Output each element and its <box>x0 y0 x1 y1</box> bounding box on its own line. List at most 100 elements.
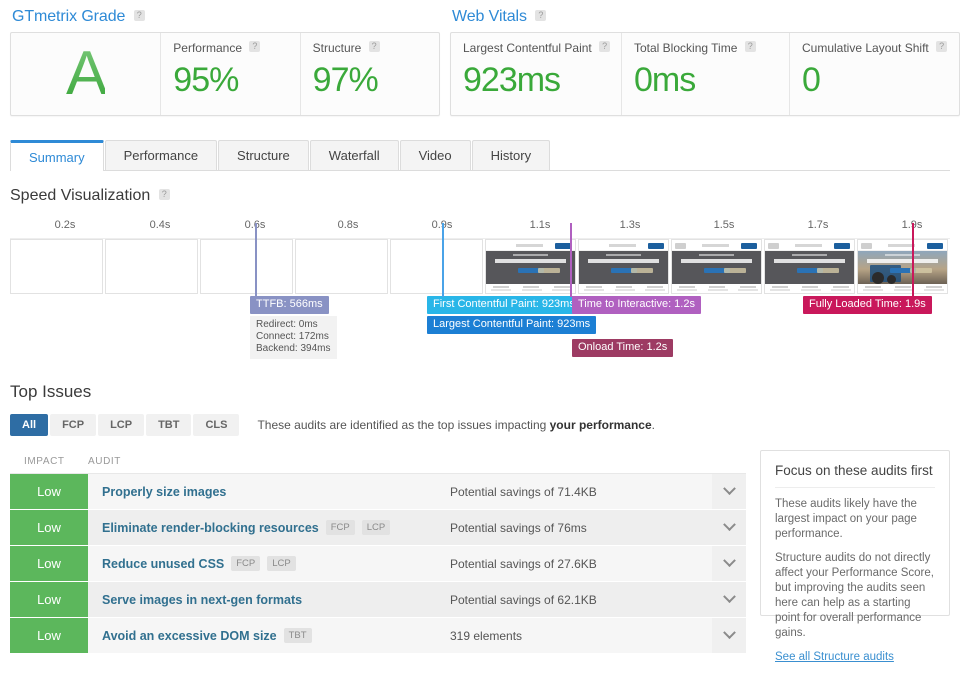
filmstrip-frame <box>857 239 948 294</box>
audit-cell: Serve images in next-gen formats <box>88 582 450 617</box>
savings-cell: Potential savings of 62.1KB <box>450 582 712 617</box>
audit-tag: LCP <box>267 556 295 571</box>
filmstrip-frame <box>105 239 198 294</box>
table-row: Low Properly size images Potential savings… <box>10 474 746 509</box>
tab-history[interactable]: History <box>472 140 550 170</box>
axis-tick: 1.5s <box>714 219 735 231</box>
tab-structure[interactable]: Structure <box>218 140 309 170</box>
help-icon[interactable]: ? <box>159 189 170 200</box>
help-icon[interactable]: ? <box>134 10 145 21</box>
savings-cell: Potential savings of 27.6KB <box>450 546 712 581</box>
gtmetrix-grade-title-text: GTmetrix Grade <box>12 8 125 25</box>
filmstrip-frame <box>10 239 103 294</box>
speed-visualization: 0.2s0.4s0.6s0.8s0.9s1.1s1.3s1.5s1.7s1.9s… <box>10 219 950 364</box>
timeline-marker-label: Fully Loaded Time: 1.9s <box>803 296 932 314</box>
help-icon[interactable]: ? <box>745 41 756 52</box>
audit-link[interactable]: Reduce unused CSS <box>102 557 224 571</box>
filter-lcp[interactable]: LCP <box>98 414 144 436</box>
filmstrip-frame <box>671 239 762 294</box>
tab-video[interactable]: Video <box>400 140 471 170</box>
chevron-down-icon <box>723 626 736 639</box>
focus-panel-paragraph-2: Structure audits do not directly affect … <box>775 551 935 641</box>
help-icon[interactable]: ? <box>599 41 610 52</box>
expand-row-button[interactable] <box>712 510 746 545</box>
table-row: LowAvoid an excessive DOM sizeTBT319 ele… <box>10 618 746 653</box>
audit-tag: LCP <box>362 520 390 535</box>
filter-cls[interactable]: CLS <box>193 414 239 436</box>
ttfb-breakdown-item: Connect: 172ms <box>256 331 331 343</box>
timeline-axis: 0.2s0.4s0.6s0.8s0.9s1.1s1.3s1.5s1.7s1.9s <box>10 219 950 235</box>
help-icon[interactable]: ? <box>936 41 947 52</box>
issue-filters: AllFCPLCPTBTCLS These audits are identif… <box>10 414 960 436</box>
savings-cell: Potential savings of 76ms <box>450 510 712 545</box>
cls-label-text: Cumulative Layout Shift <box>802 41 929 55</box>
gtmetrix-grade-title: GTmetrix Grade ? <box>10 6 440 32</box>
gtmetrix-grade-panel: GTmetrix Grade ? A Performance ? 95% Str… <box>10 6 440 116</box>
timeline-marker-label: TTFB: 566ms <box>250 296 329 314</box>
filter-note-bold: your performance <box>550 418 652 432</box>
audits-table: IMPACT AUDIT Low Properly size images Pote… <box>10 450 746 654</box>
tab-summary[interactable]: Summary <box>10 140 104 171</box>
axis-tick: 0.4s <box>150 219 171 231</box>
timeline-marker-label: First Contentful Paint: 923ms <box>427 296 581 314</box>
chevron-down-icon <box>723 590 736 603</box>
timeline-marker-label: Largest Contentful Paint: 923ms <box>427 316 596 334</box>
help-icon[interactable]: ? <box>249 41 260 52</box>
filter-all[interactable]: All <box>10 414 48 436</box>
structure-score-cell: Structure ? 97% <box>300 33 439 115</box>
help-icon[interactable]: ? <box>535 10 546 21</box>
structure-value: 97% <box>313 55 427 105</box>
timeline-markers: TTFB: 566ms First Contentful Paint: 923ms… <box>10 296 950 366</box>
speed-visualization-heading: Speed Visualization ? <box>10 187 960 205</box>
gtmetrix-report-page: GTmetrix Grade ? A Performance ? 95% Str… <box>0 0 960 673</box>
grade-card: A Performance ? 95% Structure ? 97% <box>10 32 440 116</box>
timeline-marker-label: Time to Interactive: 1.2s <box>572 296 701 314</box>
tab-performance[interactable]: Performance <box>105 140 217 170</box>
table-row: Low Serve images in next-gen formats Poten… <box>10 582 746 617</box>
audit-link[interactable]: Properly size images <box>102 485 226 499</box>
audit-link[interactable]: Eliminate render-blocking resources <box>102 521 319 535</box>
audits-table-header: IMPACT AUDIT <box>10 450 746 474</box>
filter-fcp[interactable]: FCP <box>50 414 96 436</box>
structure-label-text: Structure <box>313 41 362 55</box>
axis-tick: 1.1s <box>530 219 551 231</box>
column-header-audit: AUDIT <box>88 456 121 467</box>
chevron-down-icon <box>723 482 736 495</box>
see-all-structure-audits-link[interactable]: See all Structure audits <box>775 651 894 663</box>
axis-tick: 0.2s <box>55 219 76 231</box>
expand-row-button[interactable] <box>712 546 746 581</box>
ttfb-breakdown-item: Backend: 394ms <box>256 343 331 355</box>
chevron-down-icon <box>723 518 736 531</box>
filter-tbt[interactable]: TBT <box>146 414 191 436</box>
web-vitals-card: Largest Contentful Paint ? 923ms Total B… <box>450 32 960 116</box>
tab-waterfall[interactable]: Waterfall <box>310 140 399 170</box>
timeline-marker-line <box>912 223 914 297</box>
impact-badge: Low <box>10 546 88 581</box>
expand-row-button[interactable] <box>712 618 746 653</box>
performance-label-text: Performance <box>173 41 242 55</box>
help-icon[interactable]: ? <box>369 41 380 52</box>
savings-cell: Potential savings of 71.4KB <box>450 474 712 509</box>
axis-tick: 1.7s <box>808 219 829 231</box>
audit-cell: Properly size images <box>88 474 450 509</box>
filter-note-suffix: . <box>652 418 655 432</box>
impact-badge: Low <box>10 510 88 545</box>
tbt-value: 0ms <box>634 55 777 105</box>
audit-tag: TBT <box>284 628 312 643</box>
audit-cell: Eliminate render-blocking resourcesFCPLC… <box>88 510 450 545</box>
savings-cell: 319 elements <box>450 618 712 653</box>
impact-badge: Low <box>10 474 88 509</box>
expand-row-button[interactable] <box>712 474 746 509</box>
ttfb-breakdown: Redirect: 0msConnect: 172msBackend: 394m… <box>250 316 337 359</box>
audit-link[interactable]: Serve images in next-gen formats <box>102 593 302 607</box>
audit-link[interactable]: Avoid an excessive DOM size <box>102 629 277 643</box>
impact-badge: Low <box>10 582 88 617</box>
focus-panel: Focus on these audits first These audits… <box>760 450 950 616</box>
filmstrip-frames <box>10 238 950 293</box>
web-vitals-title: Web Vitals ? <box>450 6 960 32</box>
lcp-cell: Largest Contentful Paint ? 923ms <box>451 33 621 115</box>
issues-section: IMPACT AUDIT Low Properly size images Pote… <box>10 450 950 654</box>
expand-row-button[interactable] <box>712 582 746 617</box>
cls-cell: Cumulative Layout Shift ? 0 <box>789 33 959 115</box>
speed-visualization-heading-text: Speed Visualization <box>10 187 150 204</box>
